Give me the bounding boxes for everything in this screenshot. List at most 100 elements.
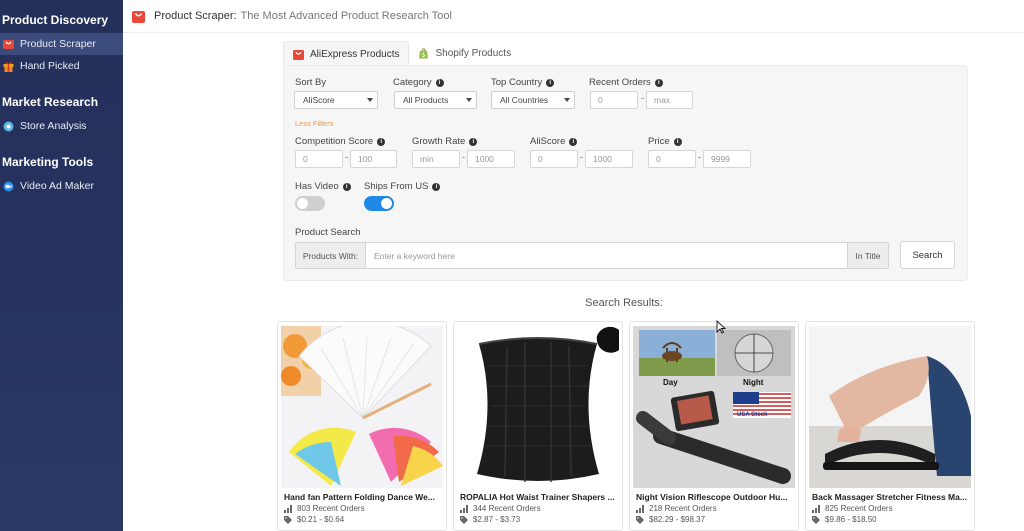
price-min-input[interactable]: 0 — [648, 150, 696, 168]
product-price: $82.29 - $98.37 — [636, 515, 705, 524]
bar-chart-icon — [636, 504, 644, 513]
ships-from-us-label: Ships From US i — [364, 181, 441, 192]
search-button[interactable]: Search — [900, 241, 955, 269]
tab-label: AliExpress Products — [310, 48, 400, 60]
top-country-select[interactable]: All Countries — [491, 91, 575, 109]
product-image-back-massager[interactable] — [809, 326, 971, 488]
product-name[interactable]: ROPALIA Hot Waist Trainer Shapers ... — [460, 492, 618, 502]
aliexpress-icon — [293, 49, 304, 60]
recent-orders-min-input[interactable]: 0 — [590, 91, 638, 109]
keyword-search-input[interactable]: Enter a keyword here — [365, 242, 848, 269]
ships-from-us-toggle[interactable] — [364, 196, 394, 211]
info-icon[interactable]: i — [546, 78, 555, 87]
product-name[interactable]: Back Massager Stretcher Fitness Ma... — [812, 492, 970, 502]
competition-score-max-input[interactable]: 100 — [350, 150, 397, 168]
page-subtitle: The Most Advanced Product Research Tool — [240, 10, 452, 22]
sidebar-item-label: Store Analysis — [20, 120, 87, 132]
in-title-addon[interactable]: In Title — [848, 242, 889, 269]
product-price: $9.86 - $18.50 — [812, 515, 877, 524]
product-card[interactable]: Day Night USA Stock Night Vision Riflesc… — [629, 321, 799, 531]
chevron-down-icon — [466, 98, 472, 102]
info-icon[interactable]: i — [673, 137, 682, 146]
growth-rate-min-input[interactable]: min — [412, 150, 460, 168]
range-separator: - — [698, 152, 701, 162]
range-separator: - — [641, 93, 644, 103]
range-separator: - — [580, 152, 583, 162]
product-source-tabs: AliExpress Products Shopify Products — [283, 41, 520, 66]
info-icon[interactable]: i — [377, 137, 386, 146]
product-card[interactable]: Back Massager Stretcher Fitness Ma... 82… — [805, 321, 975, 531]
product-name[interactable]: Hand fan Pattern Folding Dance We... — [284, 492, 442, 502]
sidebar: Product Discovery Product Scraper Hand P… — [0, 0, 123, 531]
aliscore-min-input[interactable]: 0 — [530, 150, 578, 168]
usa-stock-label: USA Stock — [737, 412, 768, 418]
info-icon[interactable]: i — [342, 182, 351, 191]
tab-shopify-products[interactable]: Shopify Products — [409, 41, 520, 66]
info-icon[interactable]: i — [469, 137, 478, 146]
info-icon[interactable]: i — [432, 182, 441, 191]
competition-score-min-input[interactable]: 0 — [295, 150, 343, 168]
product-name[interactable]: Night Vision Riflescope Outdoor Hu... — [636, 492, 794, 502]
toggle-knob — [381, 198, 392, 209]
product-image-waist-trainer[interactable] — [457, 326, 619, 488]
sidebar-item-hand-picked[interactable]: Hand Picked — [0, 55, 123, 77]
product-price: $0.21 - $0.64 — [284, 515, 344, 524]
mouse-cursor-icon — [716, 320, 726, 334]
sidebar-item-label: Hand Picked — [20, 60, 80, 72]
growth-rate-label: Growth Rate i — [412, 136, 478, 147]
range-separator: - — [462, 152, 465, 162]
growth-rate-max-input[interactable]: 1000 — [467, 150, 515, 168]
top-country-label: Top Country i — [491, 77, 555, 88]
analysis-icon — [2, 120, 14, 132]
sort-by-label: Sort By — [295, 77, 327, 88]
aliexpress-logo-icon — [132, 10, 145, 23]
product-image-riflescope[interactable]: Day Night USA Stock — [633, 326, 795, 488]
sidebar-item-label: Product Scraper — [20, 38, 96, 50]
sidebar-item-store-analysis[interactable]: Store Analysis — [0, 115, 123, 137]
recent-orders-max-input[interactable]: max — [646, 91, 693, 109]
sort-by-select[interactable]: AliScore — [294, 91, 378, 109]
competition-score-label: Competition Score i — [295, 136, 386, 147]
tab-aliexpress-products[interactable]: AliExpress Products — [283, 41, 410, 66]
sidebar-item-video-ad-maker[interactable]: Video Ad Maker — [0, 175, 123, 197]
night-image-label: Night — [743, 378, 764, 387]
price-tag-icon — [812, 515, 820, 524]
bar-chart-icon — [812, 504, 820, 513]
info-icon[interactable]: i — [569, 137, 578, 146]
has-video-toggle[interactable] — [295, 196, 325, 211]
product-image-hand-fan[interactable] — [281, 326, 443, 488]
price-tag-icon — [460, 515, 468, 524]
sidebar-item-label: Video Ad Maker — [20, 180, 94, 192]
sidebar-item-product-scraper[interactable]: Product Scraper — [0, 33, 123, 55]
top-bar: Product Scraper: The Most Advanced Produ… — [123, 0, 1024, 33]
sidebar-section-title: Product Discovery — [2, 13, 109, 27]
aliexpress-icon — [2, 38, 14, 50]
has-video-label: Has Video i — [295, 181, 351, 192]
price-tag-icon — [636, 515, 644, 524]
product-card[interactable]: ROPALIA Hot Waist Trainer Shapers ... 34… — [453, 321, 623, 531]
info-icon[interactable]: i — [435, 78, 444, 87]
product-search-group: Products With: Enter a keyword here In T… — [295, 242, 889, 269]
price-label: Price i — [648, 136, 682, 147]
aliscore-max-input[interactable]: 1000 — [585, 150, 633, 168]
chevron-down-icon — [564, 98, 570, 102]
product-search-label: Product Search — [295, 227, 361, 238]
product-orders: 803 Recent Orders — [284, 504, 365, 513]
tab-label: Shopify Products — [435, 48, 512, 59]
search-results-title: Search Results: — [585, 297, 663, 309]
toggle-knob — [297, 198, 308, 209]
product-orders: 218 Recent Orders — [636, 504, 717, 513]
bar-chart-icon — [284, 504, 292, 513]
price-max-input[interactable]: 9999 — [703, 150, 751, 168]
category-select[interactable]: All Products — [394, 91, 477, 109]
gift-icon — [2, 60, 14, 72]
product-card[interactable]: Hand fan Pattern Folding Dance We... 803… — [277, 321, 447, 531]
filter-panel: Sort By Category i Top Country i Recent Or… — [283, 65, 968, 281]
aliscore-label: AliScore i — [530, 136, 578, 147]
product-orders: 344 Recent Orders — [460, 504, 541, 513]
chevron-down-icon — [367, 98, 373, 102]
shopify-icon — [419, 48, 429, 59]
less-filters-link[interactable]: Less Filters — [295, 119, 333, 128]
day-image-label: Day — [663, 378, 678, 387]
info-icon[interactable]: i — [654, 78, 663, 87]
